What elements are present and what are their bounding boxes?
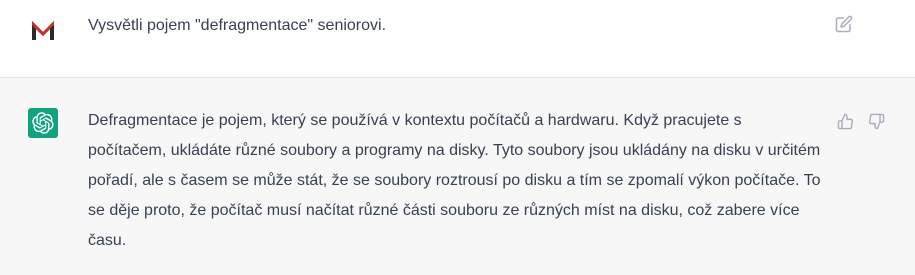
m-logo-icon (28, 15, 58, 45)
openai-logo-icon (28, 108, 58, 138)
user-message-text: Vysvětli pojem "defragmentace" seniorovi… (88, 17, 387, 34)
thumbs-down-icon[interactable] (866, 111, 886, 131)
user-message-row: Vysvětli pojem "defragmentace" seniorovi… (0, 0, 915, 78)
edit-icon[interactable] (834, 14, 854, 34)
assistant-message-text: Defragmentace je pojem, který se používá… (88, 112, 825, 249)
thumbs-up-icon[interactable] (835, 111, 855, 131)
assistant-message-row: Defragmentace je pojem, který se používá… (0, 78, 915, 275)
